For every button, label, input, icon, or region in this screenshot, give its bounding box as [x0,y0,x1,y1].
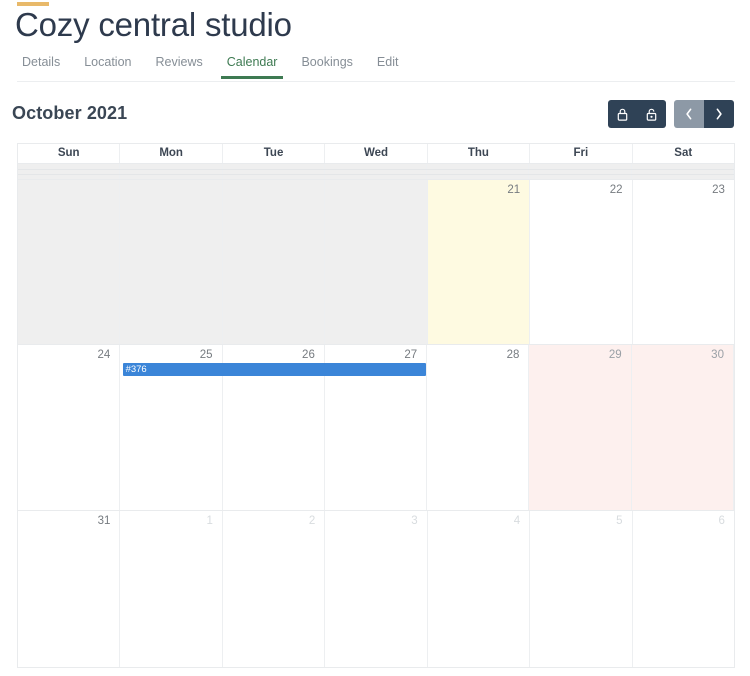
calendar-day-cell[interactable] [325,180,428,344]
calendar-body: 21 22 23 24 25 26 27 28 29 30 #376 31 1 2 3 4 5 6 [18,164,734,667]
tab-bar: Details Location Reviews Calendar Bookings Ed… [17,54,735,82]
tab-label: Calendar [226,55,278,69]
calendar-day-cell[interactable] [120,180,223,344]
calendar-week: 31 1 2 3 4 5 6 [18,511,734,667]
day-number: 24 [97,349,111,361]
day-number: 27 [404,349,418,361]
tab-details[interactable]: Details [17,54,72,79]
weekday-label: Sat [674,147,693,159]
weekday-header-sun: Sun [18,144,121,163]
partial-week-divider [18,169,734,170]
day-number: 25 [199,349,213,361]
calendar-day-cell[interactable] [427,164,530,179]
weekday-label: Sun [57,147,80,159]
weekday-header-mon: Mon [120,144,223,163]
tab-reviews[interactable]: Reviews [143,54,214,79]
calendar-day-cell[interactable]: 29 [529,345,632,510]
day-number: 22 [609,184,623,196]
tab-label: Details [22,55,61,69]
day-number: 1 [206,515,213,527]
weekday-label: Wed [363,147,389,159]
calendar-day-cell[interactable]: 3 [325,511,428,667]
weekday-label: Fri [573,147,589,159]
weekday-label: Mon [159,147,183,159]
lock-open-icon [646,108,657,121]
day-number: 23 [712,184,725,196]
tab-label: Location [84,55,132,69]
calendar-week: 24 25 26 27 28 29 30 #376 [18,345,734,511]
calendar-day-cell[interactable] [529,164,632,179]
tab-label: Bookings [301,55,353,69]
weekday-header-wed: Wed [325,144,428,163]
calendar-day-cell[interactable] [631,164,734,179]
prev-month-button[interactable] [674,100,704,128]
chevron-right-icon [714,107,724,121]
calendar-day-cell[interactable]: 24 [18,345,121,510]
weekday-header-tue: Tue [223,144,326,163]
calendar-day-cell[interactable] [18,164,121,179]
calendar-day-cell[interactable]: 23 [632,180,734,344]
calendar-day-cell[interactable]: 30 [631,345,734,510]
calendar-day-cell[interactable]: 1 [120,511,223,667]
day-number: 6 [718,515,725,527]
month-nav-group [674,100,734,128]
day-number: 30 [711,349,724,361]
app-page: Cozy central studio Details Location Revie… [0,0,750,676]
calendar: Sun Mon Tue Wed Thu Fri Sat 21 22 23 24 25 26 27 28 29… [17,143,735,668]
day-number: 31 [97,515,111,527]
day-number: 4 [513,515,521,527]
weekday-label: Thu [467,147,489,159]
lock-button-group [608,100,666,128]
chevron-left-icon [684,107,694,121]
unlock-button[interactable] [637,100,666,128]
day-number: 29 [608,349,622,361]
weekday-header-thu: Thu [428,144,531,163]
calendar-day-cell[interactable] [120,164,223,179]
calendar-toolbar [608,100,734,128]
calendar-day-cell[interactable]: 28 [427,345,530,510]
weekday-header-sat: Sat [633,144,734,163]
weekday-label: Tue [263,147,284,159]
tab-calendar[interactable]: Calendar [215,54,290,79]
calendar-day-cell[interactable]: 22 [530,180,633,344]
weekday-header-fri: Fri [530,144,633,163]
calendar-weekday-header: Sun Mon Tue Wed Thu Fri Sat [18,143,734,164]
calendar-day-cell[interactable]: 31 [18,511,121,667]
lock-button[interactable] [608,100,637,128]
calendar-day-cell[interactable]: 6 [632,511,734,667]
calendar-day-cell[interactable]: 4 [427,511,531,667]
day-number: 21 [507,184,521,196]
tab-location[interactable]: Location [72,54,143,79]
calendar-day-cell[interactable] [222,180,326,344]
partial-week-divider [18,174,734,175]
tab-edit[interactable]: Edit [365,54,411,79]
tab-label: Edit [376,55,399,69]
calendar-day-cell[interactable] [18,180,121,344]
page-title: Cozy central studio [15,6,292,43]
day-number: 26 [302,349,315,361]
calendar-week-partial [18,164,734,180]
calendar-week: 21 22 23 [18,180,734,345]
day-number: 2 [308,515,316,527]
day-number: 5 [616,515,623,527]
day-number: 28 [506,349,520,361]
calendar-day-cell[interactable] [324,164,428,179]
booking-event-bar[interactable]: #376 [122,363,427,376]
tab-label: Reviews [155,55,203,69]
calendar-day-cell[interactable] [222,164,325,179]
day-number: 3 [411,515,418,527]
booking-event-label: #376 [125,364,147,375]
calendar-day-cell[interactable]: 5 [530,511,633,667]
month-label: October 2021 [12,103,128,123]
tab-bookings[interactable]: Bookings [289,54,364,79]
calendar-day-cell[interactable]: 2 [222,511,326,667]
lock-closed-icon [617,108,628,121]
calendar-day-cell[interactable]: 21 [427,180,531,344]
next-month-button[interactable] [704,100,734,128]
